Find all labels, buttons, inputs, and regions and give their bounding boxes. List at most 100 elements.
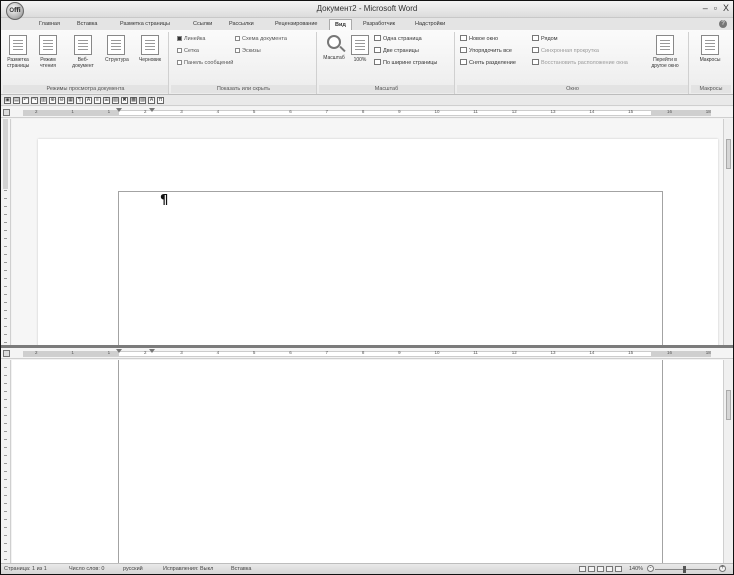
document-page-bottom[interactable]: [38, 360, 718, 563]
first-line-indent-marker[interactable]: [149, 108, 155, 112]
zoom-out-button[interactable]: -: [647, 565, 654, 572]
toolbar-button[interactable]: ↶: [22, 96, 29, 104]
ruler-number: 10: [434, 350, 440, 355]
outline-button[interactable]: Структура: [105, 35, 129, 63]
tab-insert[interactable]: Вставка: [77, 19, 97, 30]
zoom-slider[interactable]: [655, 569, 717, 570]
help-icon[interactable]: ?: [719, 20, 727, 28]
toolbar-button[interactable]: ⊞: [103, 96, 110, 104]
office-button[interactable]: Oﬃ: [6, 2, 24, 20]
one-page-button[interactable]: Одна страница: [374, 35, 422, 42]
insert-mode-indicator[interactable]: Вставка: [231, 566, 251, 572]
toolbar-button[interactable]: π: [157, 96, 164, 104]
tab-selector-button-bottom[interactable]: [3, 350, 10, 357]
page-width-button[interactable]: По ширине страницы: [374, 59, 437, 66]
toolbar-button[interactable]: ▨: [139, 96, 146, 104]
language-indicator[interactable]: русский: [123, 566, 143, 572]
group-zoom: Масштаб 100% Одна страница Две страницы …: [319, 32, 455, 94]
horizontal-ruler-bottom[interactable]: 2 1 1 2 3 4 5 6 7 8 9 10 11 12 13 14 15 16 18: [1, 348, 733, 359]
word-count[interactable]: Число слов: 0: [69, 566, 104, 572]
zoom-100-button[interactable]: 100%: [349, 35, 371, 63]
maximize-button[interactable]: ▫: [714, 3, 717, 13]
toolbar-button[interactable]: ⊖: [58, 96, 65, 104]
remove-split-button[interactable]: Снять разделение: [460, 59, 516, 66]
vertical-scrollbar-bottom[interactable]: [723, 360, 733, 563]
reading-mode-button[interactable]: Режим чтения: [37, 35, 59, 69]
document-map-checkbox[interactable]: Схема документа: [235, 36, 287, 42]
ruler-number: 16: [666, 350, 672, 355]
toolbar-button[interactable]: ▧: [112, 96, 119, 104]
tab-home[interactable]: Главная: [39, 19, 60, 30]
toolbar-button[interactable]: A: [148, 96, 155, 104]
ruler-number: 5: [252, 350, 256, 355]
tab-addins[interactable]: Надстройки: [415, 19, 445, 30]
scroll-thumb-bottom[interactable]: [726, 390, 731, 420]
reset-window-position-button[interactable]: Восстановить расположение окна: [532, 59, 628, 66]
draft-button[interactable]: Черновик: [135, 35, 165, 63]
reading-view-icon[interactable]: [588, 566, 595, 572]
vertical-ruler-top[interactable]: [1, 119, 11, 345]
first-line-indent-marker-bottom[interactable]: [149, 349, 155, 353]
draft-view-icon[interactable]: [615, 566, 622, 572]
tab-selector-button[interactable]: [3, 109, 10, 116]
thumbnails-checkbox[interactable]: Эскизы: [235, 48, 261, 54]
ruler-numbers-bottom: 2 1 1 2 3 4 5 6 7 8 9 10 11 12 13 14 15 16 18: [35, 350, 711, 355]
close-button[interactable]: X: [723, 3, 729, 13]
ruler-numbers: 2 1 1 2 3 4 5 6 7 8 9 10 11 12 13 14 15 16 18: [35, 109, 711, 114]
document-pane-top[interactable]: ¶: [12, 119, 723, 345]
toolbar-button[interactable]: ✖: [121, 96, 128, 104]
message-bar-checkbox[interactable]: Панель сообщений: [177, 60, 233, 66]
two-pages-button[interactable]: Две страницы: [374, 47, 419, 54]
toolbar-button[interactable]: ▦: [67, 96, 74, 104]
toolbar-button[interactable]: ▥: [40, 96, 47, 104]
grid-checkbox[interactable]: Сетка: [177, 48, 199, 54]
tab-view[interactable]: Вид: [329, 19, 352, 30]
document-page[interactable]: ¶: [38, 139, 718, 345]
print-layout-button[interactable]: Разметка страницы: [7, 35, 29, 69]
tab-review[interactable]: Рецензирование: [275, 19, 317, 30]
tab-references[interactable]: Ссылки: [193, 19, 212, 30]
outline-view-icon[interactable]: [606, 566, 613, 572]
macros-button[interactable]: Макросы: [699, 35, 721, 63]
arrange-all-button[interactable]: Упорядочить все: [460, 47, 512, 54]
new-window-button[interactable]: Новое окно: [460, 35, 498, 42]
toolbar-button[interactable]: ▩: [130, 96, 137, 104]
ruler-number: 4: [216, 350, 220, 355]
tab-developer[interactable]: Разработчик: [363, 19, 395, 30]
tab-page-layout[interactable]: Разметка страницы: [120, 19, 170, 30]
scroll-thumb[interactable]: [726, 139, 731, 169]
page-count[interactable]: Страница: 1 из 1: [4, 566, 47, 572]
ruler-number: 18: [705, 109, 711, 114]
macros-icon: [701, 35, 719, 55]
horizontal-ruler-top[interactable]: 2 1 1 2 3 4 5 6 7 8 9 10 11 12 13 14 15 16 18: [1, 107, 733, 118]
sync-scroll-button[interactable]: Синхронная прокрутка: [532, 47, 599, 54]
zoom-level[interactable]: 140%: [629, 566, 643, 572]
minimize-button[interactable]: –: [703, 3, 708, 13]
print-layout-view-icon[interactable]: [579, 566, 586, 572]
group-document-views: Разметка страницы Режим чтения Веб-докум…: [3, 32, 169, 94]
left-indent-marker[interactable]: [116, 108, 122, 112]
toolbar-button[interactable]: A: [85, 96, 92, 104]
web-layout-button[interactable]: Веб-документ: [67, 35, 99, 69]
zoom-slider-thumb[interactable]: [683, 566, 686, 573]
toolbar-button[interactable]: ¶: [76, 96, 83, 104]
track-changes-indicator[interactable]: Исправления: Выкл: [163, 566, 213, 572]
ruler-checkbox[interactable]: Линейка: [177, 36, 205, 42]
left-indent-marker-bottom[interactable]: [116, 349, 122, 353]
zoom-in-button[interactable]: +: [719, 565, 726, 572]
magnifier-icon: [327, 35, 341, 49]
tab-mailings[interactable]: Рассылки: [229, 19, 254, 30]
web-view-icon[interactable]: [597, 566, 604, 572]
toolbar-button[interactable]: ≡: [94, 96, 101, 104]
side-by-side-button[interactable]: Рядом: [532, 35, 558, 42]
zoom-button[interactable]: Масштаб: [321, 35, 347, 61]
quick-access-toolbar: ▣ ▤ ↶ ↷ ▥ ⊕ ⊖ ▦ ¶ A ≡ ⊞ ▧ ✖ ▩ ▨ Aπ: [1, 95, 733, 106]
vertical-ruler-bottom[interactable]: [1, 360, 11, 563]
toolbar-button[interactable]: ↷: [31, 96, 38, 104]
toolbar-button[interactable]: ⊕: [49, 96, 56, 104]
vertical-scrollbar-top[interactable]: [723, 119, 733, 345]
document-pane-bottom[interactable]: [12, 360, 723, 563]
toolbar-button[interactable]: ▣: [4, 96, 11, 104]
toolbar-button[interactable]: ▤: [13, 96, 20, 104]
switch-window-button[interactable]: Перейти в другое окно: [647, 35, 683, 69]
